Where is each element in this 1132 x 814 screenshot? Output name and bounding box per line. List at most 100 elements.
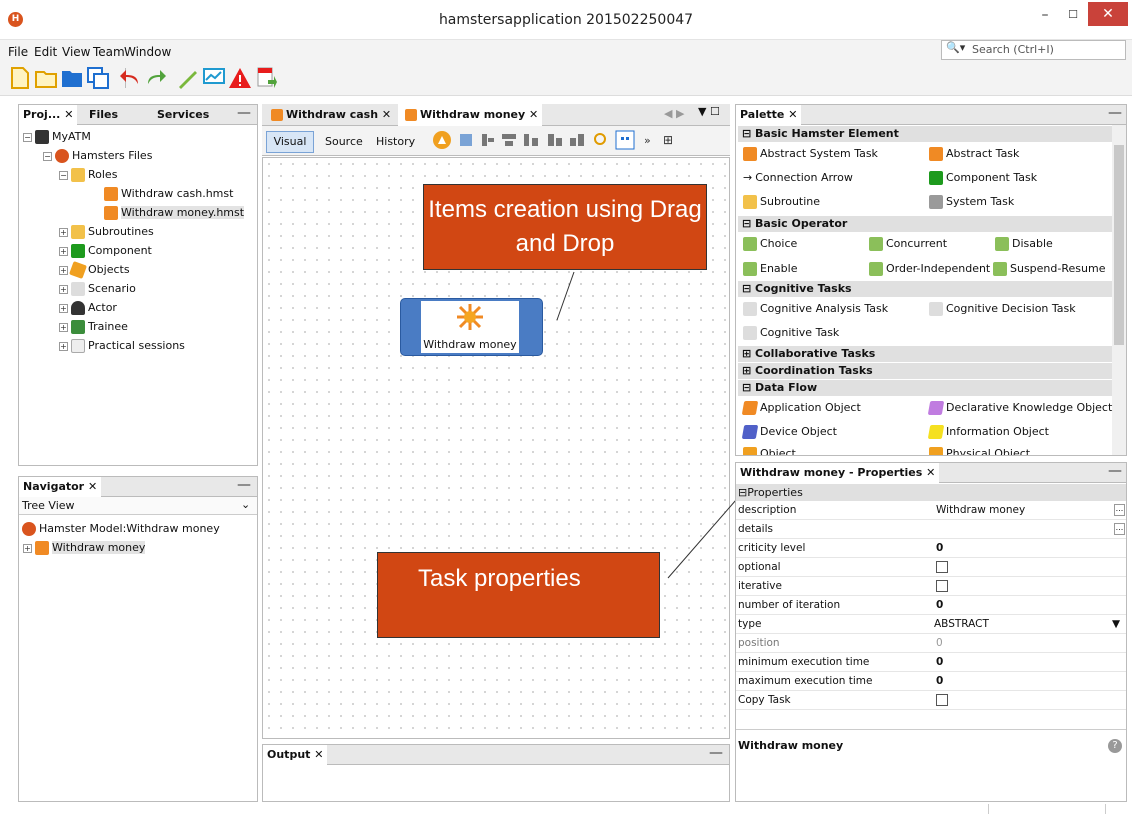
mode-history-button[interactable]: History bbox=[376, 135, 415, 148]
close-button[interactable]: ✕ bbox=[1088, 2, 1128, 26]
tree-item-hamsters-files[interactable]: − Hamsters Files bbox=[23, 146, 257, 165]
mode-visual-button[interactable]: Visual bbox=[266, 131, 314, 153]
chevron-down-icon[interactable]: ⌄ bbox=[241, 498, 250, 511]
view-selector[interactable]: Tree View ⌄ bbox=[19, 497, 257, 515]
collapse-icon[interactable]: − bbox=[59, 170, 68, 180]
minimize-panel-button[interactable]: — bbox=[709, 745, 723, 761]
ellipsis-button[interactable]: ... bbox=[1114, 504, 1125, 516]
property-row[interactable]: number of iteration 0 bbox=[736, 596, 1126, 615]
tree-item-subroutines[interactable]: + Subroutines bbox=[23, 222, 257, 241]
palette-connection-arrow[interactable]: → Connection Arrow bbox=[740, 171, 853, 184]
tab-palette[interactable]: Palette ✕ bbox=[736, 105, 802, 125]
property-row[interactable]: criticity level 0 bbox=[736, 539, 1126, 558]
run-simulation-icon[interactable] bbox=[202, 66, 226, 90]
maximize-button[interactable]: ☐ bbox=[1058, 4, 1088, 26]
tab-list-icon[interactable]: ▼ ☐ bbox=[698, 105, 720, 118]
palette-application-object[interactable]: Application Object bbox=[740, 401, 861, 415]
clean-build-icon[interactable] bbox=[176, 66, 200, 90]
close-icon[interactable]: ✕ bbox=[788, 108, 797, 121]
expand-icon[interactable]: + bbox=[23, 543, 32, 553]
undo-icon[interactable] bbox=[118, 66, 142, 90]
palette-category-data-flow[interactable]: ⊟ Data Flow bbox=[738, 380, 1112, 396]
tab-files[interactable]: Files bbox=[85, 105, 122, 125]
layout-icon[interactable] bbox=[432, 130, 452, 150]
tab-output[interactable]: Output ✕ bbox=[263, 745, 328, 765]
property-row[interactable]: iterative bbox=[736, 577, 1126, 596]
tab-navigator[interactable]: Navigator ✕ bbox=[19, 477, 102, 497]
tab-properties[interactable]: Withdraw money - Properties ✕ bbox=[736, 463, 940, 483]
menu-window[interactable]: Window bbox=[124, 45, 171, 59]
type-select-value[interactable]: ABSTRACT bbox=[934, 615, 989, 633]
palette-choice[interactable]: Choice bbox=[740, 237, 797, 251]
collapse-icon[interactable]: − bbox=[23, 132, 32, 142]
help-icon[interactable]: ? bbox=[1108, 739, 1122, 753]
property-value[interactable]: 0 bbox=[936, 672, 943, 690]
palette-scrollbar-thumb[interactable] bbox=[1114, 145, 1124, 345]
copy-task-checkbox[interactable] bbox=[936, 694, 948, 706]
tab-withdraw-money[interactable]: Withdraw money ✕ bbox=[398, 104, 543, 126]
property-row[interactable]: type ABSTRACT ▼ bbox=[736, 615, 1126, 634]
palette-category-basic-operator[interactable]: ⊟ Basic Operator bbox=[738, 216, 1112, 232]
expand-icon[interactable]: + bbox=[59, 246, 68, 256]
close-icon[interactable]: ✕ bbox=[314, 748, 323, 761]
property-row[interactable]: maximum execution time 0 bbox=[736, 672, 1126, 691]
tree-item-withdraw-cash[interactable]: Withdraw cash.hmst bbox=[23, 184, 257, 203]
palette-category-basic-element[interactable]: ⊟ Basic Hamster Element bbox=[738, 126, 1112, 142]
new-file-icon[interactable] bbox=[8, 66, 32, 90]
export-pdf-icon[interactable] bbox=[254, 66, 278, 90]
navigator-task-row[interactable]: + Withdraw money bbox=[19, 538, 257, 557]
properties-group-header[interactable]: ⊟Properties bbox=[736, 484, 1126, 501]
property-value[interactable]: 0 bbox=[936, 539, 943, 557]
palette-cognitive-analysis[interactable]: Cognitive Analysis Task bbox=[740, 302, 888, 316]
expand-icon[interactable]: + bbox=[59, 284, 68, 294]
dropdown-arrow-icon[interactable]: ▼ bbox=[1112, 615, 1120, 633]
palette-component-task[interactable]: Component Task bbox=[926, 171, 1037, 185]
palette-abstract-task[interactable]: Abstract Task bbox=[926, 147, 1019, 161]
save-all-icon[interactable] bbox=[86, 66, 110, 90]
property-row[interactable]: details... bbox=[736, 520, 1126, 539]
palette-information-object[interactable]: Information Object bbox=[926, 425, 1049, 439]
property-row[interactable]: optional bbox=[736, 558, 1126, 577]
menu-edit[interactable]: Edit bbox=[34, 45, 57, 59]
tab-services[interactable]: Services bbox=[153, 105, 213, 125]
property-row[interactable]: Copy Task bbox=[736, 691, 1126, 710]
palette-concurrent[interactable]: Concurrent bbox=[866, 237, 947, 251]
optional-checkbox[interactable] bbox=[936, 561, 948, 573]
expand-icon[interactable]: + bbox=[59, 341, 68, 351]
menu-view[interactable]: View bbox=[62, 45, 90, 59]
palette-system-task[interactable]: System Task bbox=[926, 195, 1014, 209]
tree-item-myatm[interactable]: − MyATM bbox=[23, 127, 257, 146]
iterative-checkbox[interactable] bbox=[936, 580, 948, 592]
palette-enable[interactable]: Enable bbox=[740, 262, 797, 276]
palette-cognitive-task[interactable]: Cognitive Task bbox=[740, 326, 839, 340]
align-toolbar-icons[interactable]: » ⊞ bbox=[458, 130, 708, 150]
minimize-panel-button[interactable]: — bbox=[237, 477, 251, 493]
property-value[interactable]: 0 bbox=[936, 596, 943, 614]
palette-declarative-knowledge[interactable]: Declarative Knowledge Object bbox=[926, 401, 1112, 415]
palette-order-independent[interactable]: Order-Independent bbox=[866, 262, 990, 276]
warning-icon[interactable] bbox=[228, 66, 252, 90]
tree-item-trainee[interactable]: + Trainee bbox=[23, 317, 257, 336]
minimize-panel-button[interactable]: — bbox=[1108, 463, 1122, 479]
minimize-panel-button[interactable]: — bbox=[1108, 105, 1122, 121]
tab-withdraw-cash[interactable]: Withdraw cash ✕ bbox=[264, 104, 395, 126]
close-icon[interactable]: ✕ bbox=[88, 480, 97, 493]
close-icon[interactable]: ✕ bbox=[926, 466, 935, 479]
tab-scroll-arrows-icon[interactable]: ◀ ▶ bbox=[664, 107, 684, 120]
expand-icon[interactable]: + bbox=[59, 227, 68, 237]
new-project-icon[interactable] bbox=[34, 66, 58, 90]
property-value[interactable]: Withdraw money bbox=[936, 501, 1025, 519]
close-icon[interactable]: ✕ bbox=[382, 108, 391, 121]
property-value[interactable]: 0 bbox=[936, 653, 943, 671]
expand-icon[interactable]: + bbox=[59, 303, 68, 313]
tree-item-roles[interactable]: − Roles bbox=[23, 165, 257, 184]
palette-cognitive-decision[interactable]: Cognitive Decision Task bbox=[926, 302, 1076, 316]
mode-source-button[interactable]: Source bbox=[325, 135, 363, 148]
tree-item-actor[interactable]: + Actor bbox=[23, 298, 257, 317]
menu-team[interactable]: Team bbox=[93, 45, 125, 59]
redo-icon[interactable] bbox=[144, 66, 168, 90]
palette-device-object[interactable]: Device Object bbox=[740, 425, 837, 439]
menu-file[interactable]: File bbox=[8, 45, 28, 59]
tree-item-component[interactable]: + Component bbox=[23, 241, 257, 260]
collapse-icon[interactable]: − bbox=[43, 151, 52, 161]
